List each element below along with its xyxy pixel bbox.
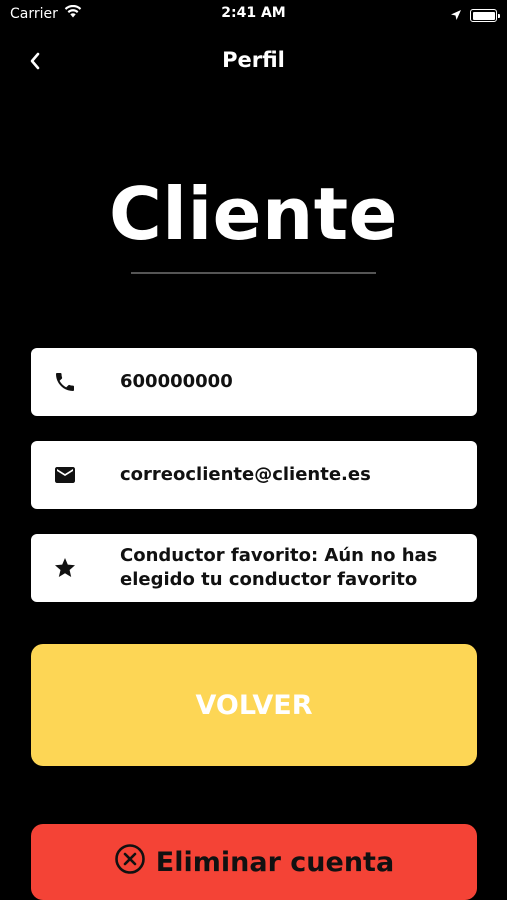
email-card: correocliente@cliente.es xyxy=(31,441,477,509)
phone-icon xyxy=(51,368,79,396)
volver-button[interactable]: VOLVER xyxy=(31,644,477,766)
email-value: correocliente@cliente.es xyxy=(120,464,371,485)
close-circle-icon xyxy=(114,843,146,882)
status-bar: Carrier 2:41 AM xyxy=(0,0,507,28)
favorite-driver-card: Conductor favorito: Aún no has elegido t… xyxy=(31,534,477,602)
delete-account-label: Eliminar cuenta xyxy=(155,846,395,878)
star-icon xyxy=(51,554,79,582)
volver-label: VOLVER xyxy=(195,689,313,721)
title-divider xyxy=(131,272,376,274)
status-right xyxy=(450,6,500,25)
page-title: Perfil xyxy=(222,48,285,72)
profile-role-title: Cliente xyxy=(108,172,399,256)
location-arrow-icon xyxy=(450,6,462,25)
favorite-driver-value: Conductor favorito: Aún no has elegido t… xyxy=(120,545,438,590)
navigation-bar: Perfil xyxy=(0,40,507,84)
delete-account-button[interactable]: Eliminar cuenta xyxy=(31,824,477,900)
status-time: 2:41 AM xyxy=(221,5,286,21)
mail-icon xyxy=(51,461,79,489)
phone-value: 600000000 xyxy=(120,371,233,392)
phone-card: 600000000 xyxy=(31,348,477,416)
battery-icon xyxy=(470,9,500,22)
